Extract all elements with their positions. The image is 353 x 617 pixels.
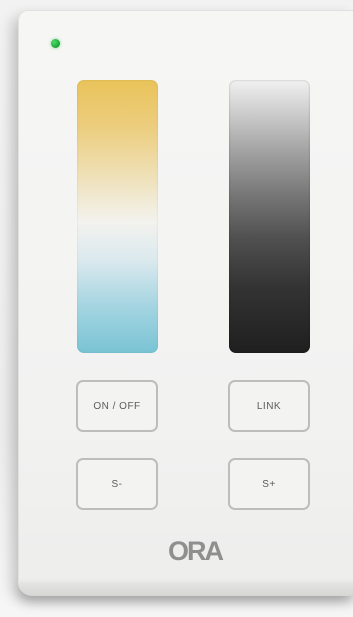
scene-plus-button[interactable]: S+ bbox=[228, 458, 310, 510]
link-button-label: LINK bbox=[256, 400, 282, 412]
link-button[interactable]: LINK bbox=[228, 380, 310, 432]
scene-minus-button[interactable]: S- bbox=[76, 458, 158, 510]
brightness-slider[interactable] bbox=[229, 80, 310, 353]
panel-bottom-edge bbox=[18, 582, 353, 596]
scene-minus-button-label: S- bbox=[111, 478, 123, 490]
status-led-icon bbox=[51, 39, 60, 48]
scene-plus-button-label: S+ bbox=[262, 478, 276, 490]
brand-logo: ORA bbox=[168, 536, 224, 566]
on-off-button[interactable]: ON / OFF bbox=[76, 380, 158, 432]
on-off-button-label: ON / OFF bbox=[93, 400, 141, 412]
color-temperature-slider[interactable] bbox=[77, 80, 158, 353]
